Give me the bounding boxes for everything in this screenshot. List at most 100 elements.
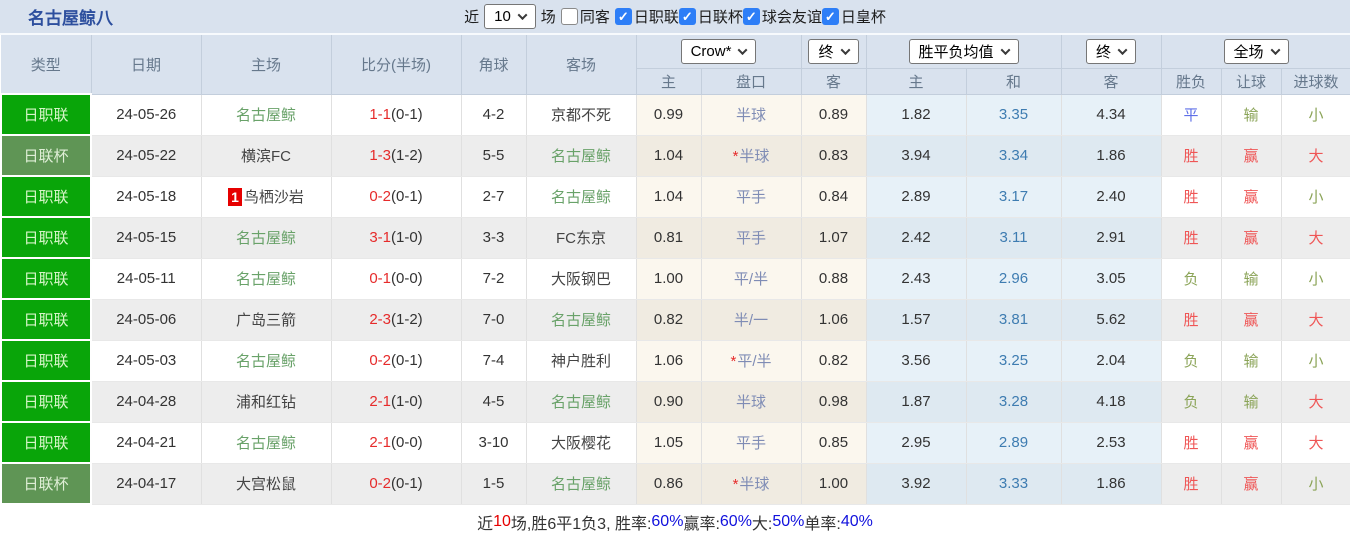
- full-score: 0-2: [369, 475, 391, 492]
- col-header-home: 主场: [201, 35, 332, 95]
- corner-cell: 1-5: [461, 463, 527, 505]
- half-score: (0-1): [391, 352, 423, 369]
- home-odds-cell: 0.82: [636, 299, 702, 341]
- avg-time-header: 终: [1061, 35, 1162, 69]
- handicap-cell: 平/半: [701, 258, 802, 300]
- league-type-cell: 日联杯: [0, 462, 92, 505]
- away-odds-cell: 0.85: [801, 422, 867, 464]
- handicap-result-cell: 输: [1221, 258, 1282, 300]
- avg-lose-cell: 4.18: [1061, 381, 1162, 423]
- away-team-name[interactable]: 名古屋鲸: [551, 148, 611, 165]
- checkbox-unchecked-icon[interactable]: [560, 8, 578, 25]
- league-type-cell: 日职联: [0, 93, 92, 136]
- home-team-name[interactable]: 名古屋鲸: [236, 353, 296, 370]
- handicap-star-icon: *: [732, 476, 739, 493]
- league-filter-label: 日联杯: [697, 9, 743, 26]
- handicap-text: 半球: [739, 148, 770, 165]
- away-team-cell: FC东京: [526, 217, 637, 259]
- league-type-cell: 日职联: [0, 298, 92, 341]
- corner-cell: 7-0: [461, 299, 527, 341]
- half-score: (1-0): [391, 393, 423, 410]
- league-filter-item: ✓ 日联杯: [678, 6, 743, 27]
- summary-bar: 近 10 场,胜6平1负3, 胜率: 60% 赢率: 60% 大: 50% 单率: 40%: [0, 505, 1350, 539]
- handicap-result-cell: 输: [1221, 381, 1282, 423]
- table-row: 日职联 24-05-06 广岛三箭 2-3(1-2) 7-0 名古屋鲸 0.82 半/一 1.0…: [0, 298, 1350, 341]
- table-row: 日职联 24-05-11 名古屋鲸 0-1(0-0) 7-2 大阪钢巴 1.00 平/半 0.8…: [0, 257, 1350, 300]
- avg-draw-cell: 2.96: [966, 258, 1062, 300]
- avg-source-select[interactable]: 胜平负均值: [908, 38, 1019, 64]
- away-odds-cell: 1.06: [801, 299, 867, 341]
- home-team-name[interactable]: 鸟栖沙岩: [244, 189, 304, 206]
- checkbox-checked-icon[interactable]: ✓: [821, 8, 839, 25]
- away-team-name[interactable]: FC东京: [556, 230, 606, 247]
- away-team-cell: 京都不死: [526, 94, 637, 136]
- summary-segment: 近: [477, 516, 494, 533]
- league-type-cell: 日职联: [0, 339, 92, 382]
- home-team-name[interactable]: 浦和红钻: [236, 394, 296, 411]
- full-score: 1-3: [369, 147, 391, 164]
- chevron-down-icon: [517, 10, 528, 21]
- checkbox-checked-icon[interactable]: ✓: [742, 8, 760, 25]
- league-filter-label: 日皇杯: [840, 9, 886, 26]
- avg-draw-cell: 3.11: [966, 217, 1062, 259]
- handicap-cell: 半/一: [701, 299, 802, 341]
- odds-company-select[interactable]: Crow*: [680, 38, 757, 64]
- recent-count-select[interactable]: 10: [484, 4, 536, 29]
- goals-result-cell: 大: [1281, 299, 1350, 341]
- away-team-name[interactable]: 名古屋鲸: [551, 476, 611, 493]
- goals-result-cell: 小: [1281, 463, 1350, 505]
- subcol-avg-lose: 客: [1061, 68, 1162, 95]
- home-team-name[interactable]: 名古屋鲸: [236, 107, 296, 124]
- subcol-handicap: 盘口: [701, 68, 802, 95]
- home-team-name[interactable]: 广岛三箭: [236, 312, 296, 329]
- away-team-name[interactable]: 大阪樱花: [551, 435, 611, 452]
- table-row: 日联杯 24-05-22 横滨FC 1-3(1-2) 5-5 名古屋鲸 1.04 *半球 0.8…: [0, 134, 1350, 177]
- league-type-cell: 日职联: [0, 216, 92, 259]
- home-team-name[interactable]: 大宫松鼠: [236, 476, 296, 493]
- result-scope-select[interactable]: 全场: [1223, 38, 1289, 64]
- chevron-down-icon: [1000, 44, 1010, 55]
- home-team-name[interactable]: 名古屋鲸: [236, 271, 296, 288]
- avg-lose-cell: 2.40: [1061, 176, 1162, 218]
- league-type-cell: 日联杯: [0, 134, 92, 177]
- away-team-name[interactable]: 名古屋鲸: [551, 312, 611, 329]
- home-team-name[interactable]: 横滨FC: [241, 148, 291, 165]
- summary-segment: 单率:: [804, 516, 841, 533]
- away-team-name[interactable]: 大阪钢巴: [551, 271, 611, 288]
- home-odds-cell: 0.99: [636, 94, 702, 136]
- same-opponent-filter: 同客: [560, 6, 610, 27]
- avg-time-select[interactable]: 终: [1086, 38, 1137, 64]
- subcol-result: 胜负: [1161, 68, 1222, 95]
- result-cell: 负: [1161, 258, 1222, 300]
- checkbox-checked-icon[interactable]: ✓: [614, 8, 632, 25]
- handicap-text: 半球: [735, 107, 766, 124]
- handicap-result-cell: 输: [1221, 94, 1282, 136]
- score-cell: 1-1(0-1): [331, 94, 462, 136]
- home-team-cell: 名古屋鲸: [201, 94, 332, 136]
- away-team-cell: 神户胜利: [526, 340, 637, 382]
- score-cell: 1-3(1-2): [331, 135, 462, 177]
- full-score: 0-2: [369, 352, 391, 369]
- summary-segment: 50%: [772, 513, 805, 530]
- same-opponent-label: 同客: [579, 9, 610, 26]
- home-team-name[interactable]: 名古屋鲸: [236, 435, 296, 452]
- handicap-cell: *半球: [701, 463, 802, 505]
- handicap-text: 平/半: [737, 353, 772, 370]
- date-cell: 24-05-18: [91, 176, 202, 218]
- away-team-name[interactable]: 神户胜利: [551, 353, 611, 370]
- away-team-name[interactable]: 名古屋鲸: [551, 394, 611, 411]
- match-history-table: 类型 日期 主场 比分(半场) 角球 客场 Crow* 终 胜平负均值 终 全场…: [0, 35, 1350, 505]
- goals-result-cell: 大: [1281, 381, 1350, 423]
- score-cell: 0-2(0-1): [331, 340, 462, 382]
- away-team-name[interactable]: 名古屋鲸: [551, 189, 611, 206]
- checkbox-checked-icon[interactable]: ✓: [678, 8, 696, 25]
- handicap-text: 半/一: [733, 312, 769, 329]
- avg-lose-cell: 2.91: [1061, 217, 1162, 259]
- handicap-text: 半球: [739, 476, 770, 493]
- away-team-name[interactable]: 京都不死: [551, 107, 611, 124]
- match-rows: 日职联 24-05-26 名古屋鲸 1-1(0-1) 4-2 京都不死 0.99 半球 0.89…: [0, 93, 1350, 505]
- odds-time-select[interactable]: 终: [808, 38, 859, 64]
- home-team-name[interactable]: 名古屋鲸: [236, 230, 296, 247]
- full-score: 0-1: [369, 270, 391, 287]
- half-score: (1-0): [391, 229, 423, 246]
